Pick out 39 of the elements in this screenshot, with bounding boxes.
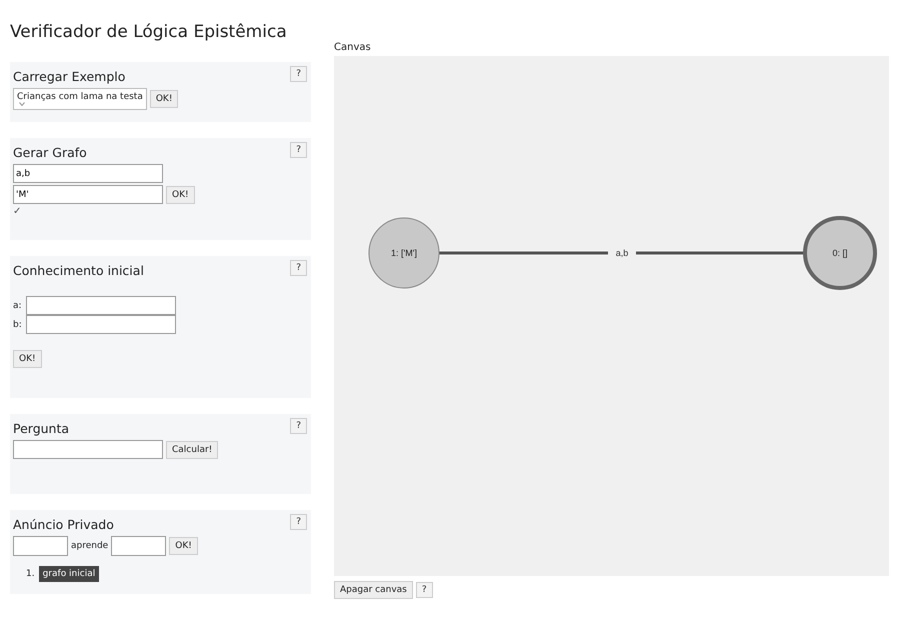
graph-node[interactable] (368, 218, 440, 288)
status-text: ✓ (13, 206, 22, 217)
field-label: aprende (71, 541, 108, 551)
node-label: 0: [] (832, 248, 848, 258)
field-label: b: (13, 320, 23, 330)
panel-title: Carregar Exemplo (13, 68, 126, 84)
input-field[interactable] (13, 536, 68, 556)
help-button[interactable]: ? (416, 582, 433, 598)
input-field[interactable] (26, 296, 176, 315)
question-field[interactable] (13, 440, 163, 459)
input-field[interactable] (111, 536, 166, 556)
help-button[interactable]: ? (290, 418, 307, 434)
panel-title: Gerar Grafo (13, 144, 87, 160)
field-label: a: (13, 300, 23, 310)
example-select[interactable]: Crianças com lama na testa (13, 88, 147, 110)
panel-title: Conhecimento inicial (13, 262, 144, 278)
list-number: 1. (26, 569, 35, 579)
ok-button[interactable]: OK! (166, 186, 195, 204)
input-field[interactable]: a,b (13, 164, 163, 183)
panel-title: Pergunta (13, 420, 70, 436)
help-button[interactable]: ? (290, 142, 307, 158)
help-button[interactable]: ? (290, 260, 307, 276)
input-field[interactable] (26, 315, 176, 334)
input-field[interactable]: 'M' (13, 185, 163, 204)
edge-label: a,b (616, 248, 628, 258)
panel-title: Anúncio Privado (13, 516, 114, 532)
history-item[interactable]: grafo inicial (38, 566, 100, 582)
calculate-button[interactable]: Calcular! (166, 440, 218, 458)
ok-button[interactable]: OK! (13, 350, 42, 368)
clear-canvas-button[interactable]: Apagar canvas (334, 581, 413, 599)
node-label: 1: ['M'] (391, 248, 417, 258)
canvas-label: Canvas (334, 42, 372, 53)
help-button[interactable]: ? (290, 514, 307, 530)
ok-button[interactable]: OK! (169, 537, 198, 555)
dropdown-icon (19, 102, 25, 106)
graph-node[interactable] (803, 216, 877, 290)
ok-button[interactable]: OK! (150, 90, 178, 108)
help-button[interactable]: ? (290, 66, 307, 82)
page-title: Verificador de Lógica Epistêmica (10, 22, 287, 42)
